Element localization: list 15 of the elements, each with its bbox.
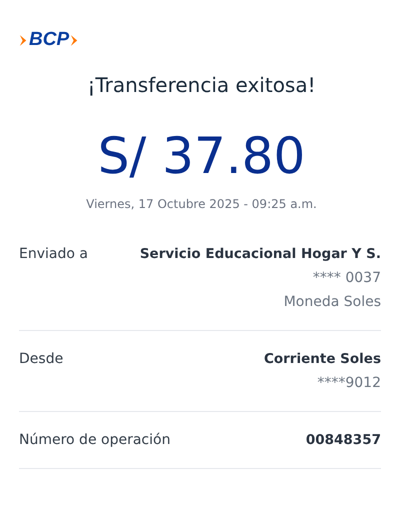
success-title: ¡Transferencia exitosa!: [86, 72, 317, 98]
detail-value: 00848357: [306, 431, 381, 450]
logo-text: BCP: [29, 30, 70, 50]
chevron-icon: [70, 34, 80, 46]
amount: S/ 37.80: [96, 126, 306, 186]
chevron-icon: [19, 34, 28, 46]
detail-value: Servicio Educacional Hogar Y S.: [140, 245, 381, 264]
detail-label: Número de operación: [19, 431, 170, 450]
detail-value: Moneda Soles: [284, 293, 381, 312]
detail-value: **** 0037: [312, 269, 381, 288]
detail-value: Corriente Soles: [264, 350, 381, 369]
detail-label: Enviado a: [19, 245, 88, 264]
detail-label: Desde: [19, 350, 64, 369]
detail-value: ****9012: [317, 374, 381, 393]
date-time: Viernes, 17 Octubre 2025 - 09:25 a.m.: [85, 196, 318, 212]
